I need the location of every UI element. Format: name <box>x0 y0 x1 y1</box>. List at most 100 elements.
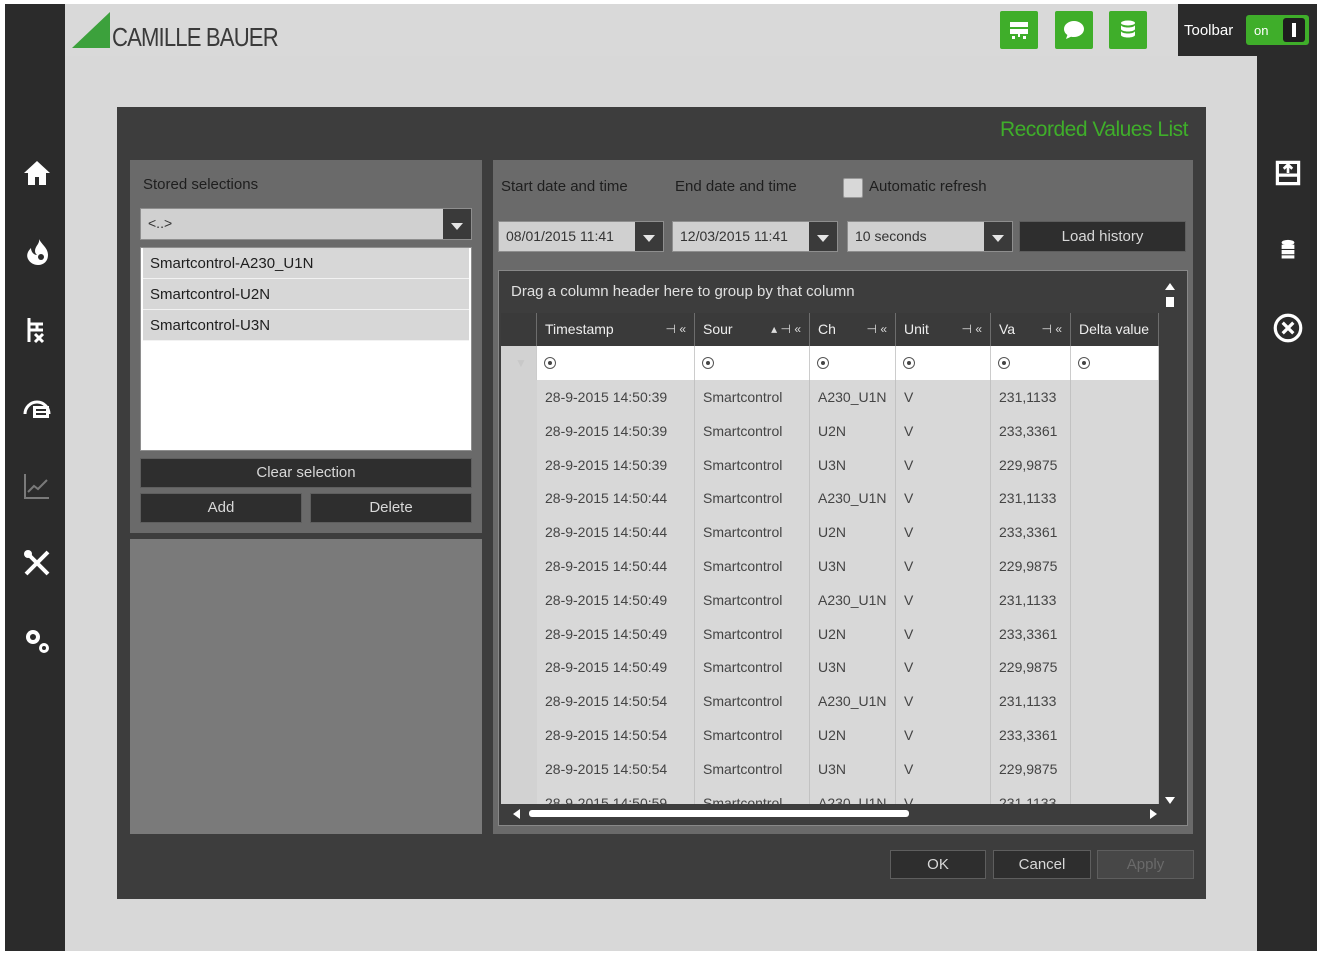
filter-operator-icon[interactable] <box>998 357 1010 369</box>
filter-cell[interactable] <box>1071 346 1159 380</box>
table-row[interactable]: 28-9-2015 14:50:39 Smartcontrol A230_U1N V 2… <box>537 380 1159 414</box>
pin-collapse-icon[interactable]: ⊣ « <box>1042 313 1062 346</box>
filter-cell[interactable] <box>537 346 695 380</box>
scroll-right-icon[interactable] <box>1150 809 1157 819</box>
close-circle-icon[interactable] <box>1268 310 1308 346</box>
table-row[interactable]: 28-9-2015 14:50:54 Smartcontrol U3N V 229,98… <box>537 751 1159 786</box>
sort-pin-collapse-icon[interactable]: ▴ ⊣ « <box>771 313 801 346</box>
chevron-down-icon[interactable] <box>443 209 471 239</box>
column-header-channel[interactable]: Ch ⊣ « <box>810 313 896 346</box>
table-cell: V <box>896 684 991 719</box>
table-cell <box>1071 380 1159 414</box>
table-cell <box>1071 447 1159 482</box>
table-row[interactable]: 28-9-2015 14:50:49 Smartcontrol U3N V 229,98… <box>537 650 1159 685</box>
table-cell <box>1071 751 1159 786</box>
column-header-delta[interactable]: Delta value <box>1071 313 1159 346</box>
filter-cell[interactable] <box>991 346 1071 380</box>
filter-cell[interactable] <box>695 346 810 380</box>
table-cell <box>1071 785 1159 804</box>
table-row[interactable]: 28-9-2015 14:50:39 Smartcontrol U2N V 233,33… <box>537 413 1159 448</box>
table-row[interactable]: 28-9-2015 14:50:39 Smartcontrol U3N V 229,98… <box>537 447 1159 482</box>
end-date-picker[interactable]: 12/03/2015 11:41 <box>672 221 838 252</box>
vertical-scrollbar[interactable] <box>1161 283 1181 804</box>
load-history-button[interactable]: Load history <box>1019 221 1186 252</box>
scroll-thumb[interactable] <box>1166 297 1174 307</box>
clear-selection-button[interactable]: Clear selection <box>140 458 472 488</box>
scroll-left-icon[interactable] <box>513 809 520 819</box>
chevron-down-icon[interactable] <box>984 222 1012 251</box>
filter-operator-icon[interactable] <box>702 357 714 369</box>
table-cell: A230_U1N <box>810 481 896 516</box>
column-header-source[interactable]: Sour ▴ ⊣ « <box>695 313 810 346</box>
filter-operator-icon[interactable] <box>903 357 915 369</box>
table-cell: 28-9-2015 14:50:49 <box>537 650 695 685</box>
scroll-up-icon[interactable] <box>1165 283 1175 290</box>
chat-bubble-icon[interactable] <box>1055 11 1093 49</box>
filter-cell[interactable] <box>896 346 991 380</box>
filter-operator-icon[interactable] <box>817 357 829 369</box>
delete-button[interactable]: Delete <box>310 493 472 523</box>
ok-button[interactable]: OK <box>890 850 986 879</box>
flame-icon[interactable] <box>18 234 56 270</box>
column-header-unit[interactable]: Unit ⊣ « <box>896 313 991 346</box>
pin-collapse-icon[interactable]: ⊣ « <box>962 313 982 346</box>
gauge-icon[interactable] <box>18 390 56 426</box>
pin-collapse-icon[interactable]: ⊣ « <box>666 313 686 346</box>
database-icon[interactable] <box>1109 11 1147 49</box>
values-grid: Timestamp ⊣ « Sour ▴ ⊣ « Ch ⊣ « Unit ⊣ « Va ⊣… <box>501 313 1159 804</box>
grid-icon[interactable] <box>18 312 56 348</box>
pin-collapse-icon[interactable]: ⊣ « <box>867 313 887 346</box>
table-row[interactable]: 28-9-2015 14:50:49 Smartcontrol A230_U1N V 2… <box>537 582 1159 617</box>
table-row[interactable]: 28-9-2015 14:50:49 Smartcontrol U2N V 233,33… <box>537 616 1159 651</box>
column-header-value[interactable]: Va ⊣ « <box>991 313 1071 346</box>
horizontal-scrollbar[interactable] <box>511 807 1161 821</box>
list-item[interactable]: Smartcontrol-U2N <box>143 279 469 310</box>
tools-icon[interactable] <box>18 545 56 581</box>
table-row[interactable]: 28-9-2015 14:50:54 Smartcontrol A230_U1N V 2… <box>537 684 1159 719</box>
list-item[interactable]: Smartcontrol-A230_U1N <box>143 248 469 279</box>
row-header-corner <box>501 313 537 346</box>
chevron-down-icon[interactable] <box>635 222 663 251</box>
table-cell: 28-9-2015 14:50:44 <box>537 481 695 516</box>
settings-icon[interactable] <box>18 623 56 659</box>
table-row[interactable]: 28-9-2015 14:50:59 Smartcontrol A230_U1N V 2… <box>537 785 1159 804</box>
table-cell <box>1071 616 1159 651</box>
apply-button[interactable]: Apply <box>1097 850 1194 879</box>
table-cell: V <box>896 549 991 583</box>
column-header-label: Timestamp <box>545 321 614 337</box>
refresh-interval-select[interactable]: 10 seconds <box>847 221 1013 252</box>
network-device-icon[interactable] <box>1000 11 1038 49</box>
table-cell <box>1071 413 1159 448</box>
upload-icon[interactable] <box>1268 155 1308 191</box>
database-icon[interactable] <box>1268 232 1308 268</box>
filter-cell[interactable] <box>810 346 896 380</box>
refresh-interval-value: 10 seconds <box>855 228 927 244</box>
table-row[interactable]: 28-9-2015 14:50:44 Smartcontrol U3N V 229,98… <box>537 549 1159 583</box>
chart-icon[interactable] <box>18 468 56 504</box>
dialog-title: Recorded Values List <box>999 118 1189 141</box>
start-date-picker[interactable]: 08/01/2015 11:41 <box>498 221 664 252</box>
table-cell <box>1071 684 1159 719</box>
add-button[interactable]: Add <box>140 493 302 523</box>
table-cell: A230_U1N <box>810 582 896 617</box>
scroll-thumb[interactable] <box>529 810 909 817</box>
table-cell: U3N <box>810 549 896 583</box>
home-icon[interactable] <box>18 155 56 191</box>
table-row[interactable]: 28-9-2015 14:50:54 Smartcontrol U2N V 233,33… <box>537 718 1159 752</box>
cancel-button[interactable]: Cancel <box>993 850 1091 879</box>
filter-operator-icon[interactable] <box>544 357 556 369</box>
auto-refresh-checkbox[interactable] <box>843 178 863 198</box>
column-header-timestamp[interactable]: Timestamp ⊣ « <box>537 313 695 346</box>
stored-selections-dropdown[interactable]: <..> <box>140 208 472 240</box>
table-row[interactable]: 28-9-2015 14:50:44 Smartcontrol A230_U1N V 2… <box>537 481 1159 516</box>
list-item[interactable]: Smartcontrol-U3N <box>143 310 469 341</box>
stored-selections-panel: Stored selections <..> Smartcontrol-A230… <box>130 160 482 533</box>
brand-logo: CAMILLE BAUER <box>72 10 312 52</box>
toolbar-toggle[interactable]: on <box>1246 15 1309 45</box>
table-row[interactable]: 28-9-2015 14:50:44 Smartcontrol U2N V 233,33… <box>537 515 1159 550</box>
chevron-down-icon[interactable] <box>809 222 837 251</box>
table-cell: 231,1133 <box>991 684 1071 719</box>
filter-operator-icon[interactable] <box>1078 357 1090 369</box>
scroll-down-icon[interactable] <box>1165 797 1175 804</box>
table-cell: 231,1133 <box>991 481 1071 516</box>
